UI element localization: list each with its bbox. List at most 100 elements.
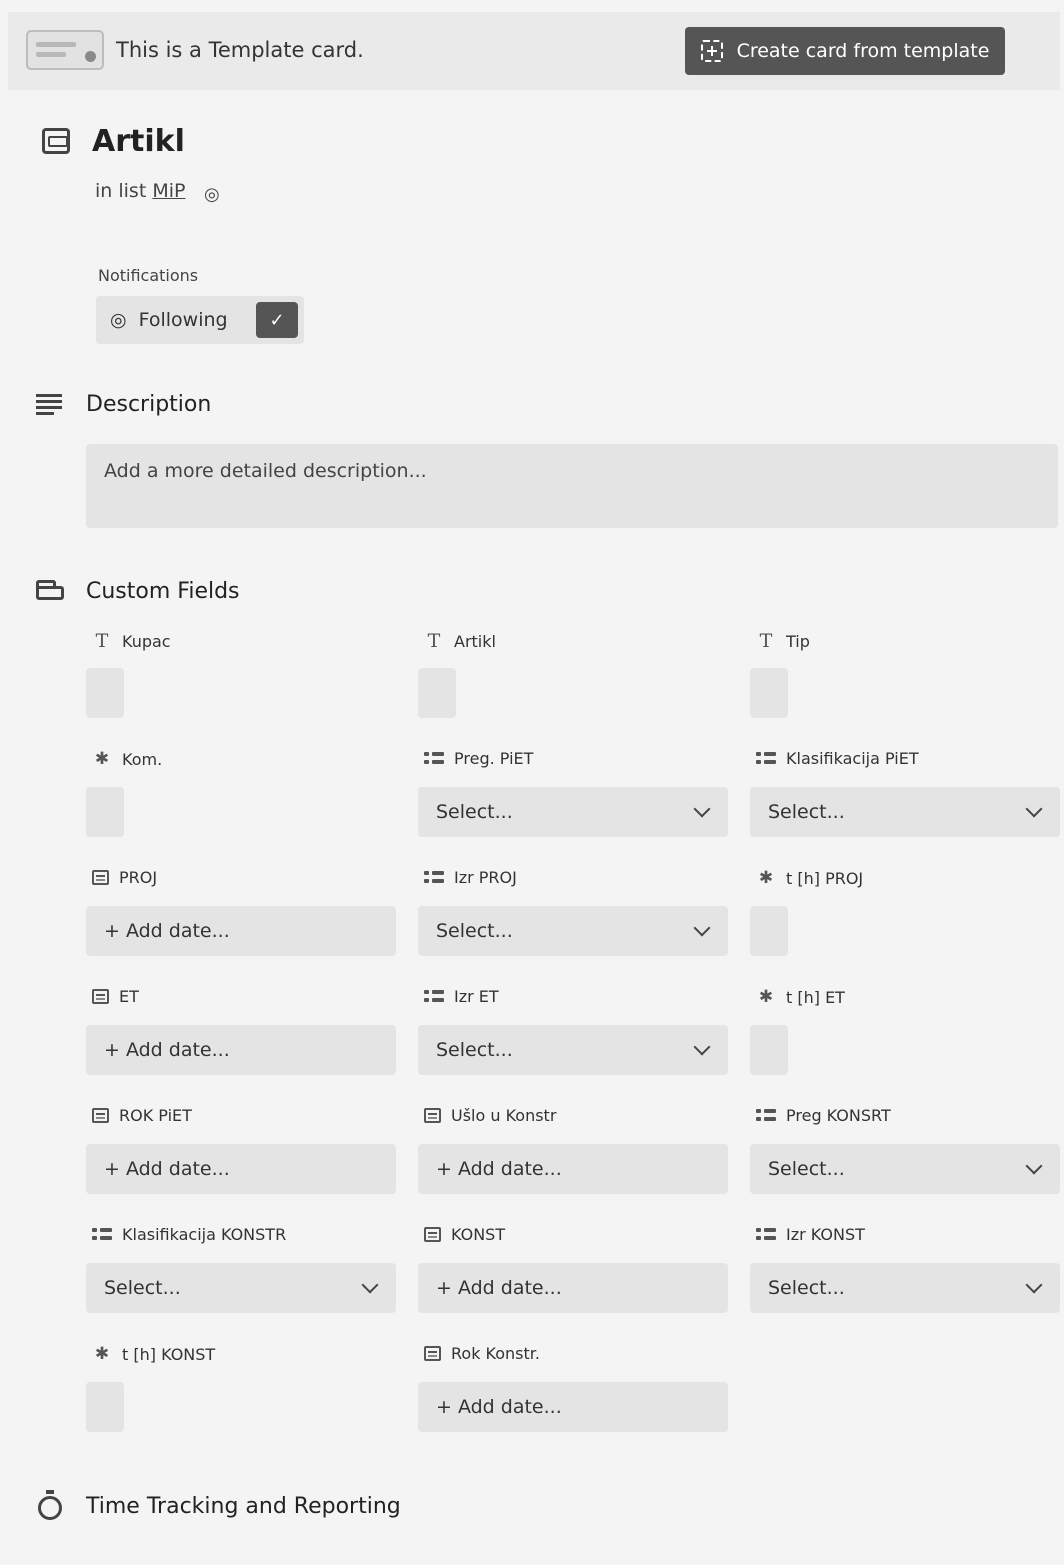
custom-field-label-text: ROK PiET xyxy=(119,1106,192,1125)
add-date-label: + Add date... xyxy=(436,1396,562,1418)
calendar-icon xyxy=(424,1227,441,1242)
custom-field-input[interactable] xyxy=(750,906,788,956)
select-value: Select... xyxy=(436,920,513,942)
custom-field-input[interactable] xyxy=(750,668,788,718)
custom-field-label-text: Kupac xyxy=(122,631,171,651)
dropdown-field-icon xyxy=(92,1227,112,1242)
calendar-icon xyxy=(92,989,109,1004)
custom-field-label: ET xyxy=(92,987,139,1006)
add-date-label: + Add date... xyxy=(104,1039,230,1061)
custom-field-label-text: Klasifikacija KONSTR xyxy=(122,1225,287,1244)
create-card-from-template-button[interactable]: Create card from template xyxy=(685,27,1005,75)
text-field-icon: T xyxy=(427,630,441,652)
create-card-from-template-label: Create card from template xyxy=(736,40,990,62)
eye-icon: ◎ xyxy=(110,309,127,331)
add-date-button[interactable]: + Add date... xyxy=(86,1025,396,1075)
custom-field-label-text: ET xyxy=(119,987,139,1006)
custom-field-label-text: Tip xyxy=(786,631,810,651)
description-lines-icon xyxy=(36,394,66,418)
dropdown-field-icon xyxy=(424,751,444,766)
template-card-icon xyxy=(26,30,104,70)
custom-field-label: KONST xyxy=(424,1225,505,1244)
select-value: Select... xyxy=(768,1277,845,1299)
calendar-icon xyxy=(424,1108,441,1123)
custom-field-input[interactable] xyxy=(418,668,456,718)
custom-field-input[interactable] xyxy=(86,787,124,837)
custom-field-label-text: Izr ET xyxy=(454,987,499,1006)
custom-field-label: Klasifikacija KONSTR xyxy=(92,1225,286,1244)
add-date-label: + Add date... xyxy=(436,1158,562,1180)
add-date-label: + Add date... xyxy=(104,1158,230,1180)
dropdown-field-icon xyxy=(756,1108,776,1123)
description-title: Description xyxy=(86,392,212,417)
chevron-down-icon xyxy=(693,919,711,937)
select-value: Select... xyxy=(436,1039,513,1061)
custom-field-label-text: t [h] KONST xyxy=(122,1344,216,1364)
calendar-icon xyxy=(92,1108,109,1123)
custom-field-label: T Artikl xyxy=(424,630,496,652)
custom-field-label-text: t [h] PROJ xyxy=(786,868,864,888)
custom-field-label: ROK PiET xyxy=(92,1106,192,1125)
custom-field-label-text: Klasifikacija PiET xyxy=(786,749,919,768)
custom-field-label: T Tip xyxy=(756,630,810,652)
custom-field-label-text: PROJ xyxy=(119,868,158,887)
add-date-button[interactable]: + Add date... xyxy=(418,1263,728,1313)
custom-field-select[interactable]: Select... xyxy=(86,1263,396,1313)
add-date-button[interactable]: + Add date... xyxy=(86,906,396,956)
add-date-button[interactable]: + Add date... xyxy=(86,1144,396,1194)
select-value: Select... xyxy=(104,1277,181,1299)
custom-field-label: Ušlo u Konstr xyxy=(424,1106,556,1125)
description-input[interactable]: Add a more detailed description... xyxy=(86,444,1058,528)
calendar-icon xyxy=(424,1346,441,1361)
custom-field-label-text: Ušlo u Konstr xyxy=(451,1106,557,1125)
following-label: Following xyxy=(138,309,228,331)
custom-field-label: ✱ t [h] PROJ xyxy=(756,868,863,888)
in-list-prefix: in list xyxy=(95,180,147,202)
eye-icon: ◎ xyxy=(204,184,220,205)
custom-field-label: Rok Konstr. xyxy=(424,1344,540,1363)
add-date-button[interactable]: + Add date... xyxy=(418,1144,728,1194)
custom-field-label: Klasifikacija PiET xyxy=(756,749,919,768)
custom-field-input[interactable] xyxy=(86,1382,124,1432)
custom-field-label-text: Izr PROJ xyxy=(454,868,517,887)
stopwatch-icon xyxy=(38,1490,62,1520)
custom-field-label-text: Izr KONST xyxy=(786,1225,865,1244)
card-icon xyxy=(42,128,70,154)
text-field-icon: T xyxy=(759,630,773,652)
in-list-text: in list MiP xyxy=(95,180,185,202)
calendar-icon xyxy=(92,870,109,885)
custom-field-select[interactable]: Select... xyxy=(418,906,728,956)
dropdown-field-icon xyxy=(756,1227,776,1242)
dropdown-field-icon xyxy=(424,989,444,1004)
custom-field-select[interactable]: Select... xyxy=(750,787,1060,837)
add-date-button[interactable]: + Add date... xyxy=(418,1382,728,1432)
add-date-label: + Add date... xyxy=(436,1277,562,1299)
card-title[interactable]: Artikl xyxy=(92,124,185,159)
custom-field-label: ✱ t [h] KONST xyxy=(92,1344,215,1364)
custom-field-label-text: KONST xyxy=(451,1225,506,1244)
custom-field-select[interactable]: Select... xyxy=(750,1144,1060,1194)
custom-field-label: Izr ET xyxy=(424,987,499,1006)
custom-field-label-text: Preg KONSRT xyxy=(786,1106,891,1125)
number-field-icon: ✱ xyxy=(94,749,110,769)
custom-field-input[interactable] xyxy=(750,1025,788,1075)
custom-field-label: ✱ t [h] ET xyxy=(756,987,845,1007)
number-field-icon: ✱ xyxy=(758,987,774,1007)
custom-field-label: ✱ Kom. xyxy=(92,749,162,769)
custom-field-select[interactable]: Select... xyxy=(750,1263,1060,1313)
number-field-icon: ✱ xyxy=(758,868,774,888)
custom-field-label-text: Artikl xyxy=(454,631,496,651)
select-value: Select... xyxy=(436,801,513,823)
custom-field-label: T Kupac xyxy=(92,630,171,652)
notifications-label: Notifications xyxy=(98,266,199,285)
custom-field-input[interactable] xyxy=(86,668,124,718)
custom-field-label: PROJ xyxy=(92,868,157,887)
following-button[interactable]: ◎ Following ✓ xyxy=(96,296,304,344)
custom-field-select[interactable]: Select... xyxy=(418,1025,728,1075)
custom-field-select[interactable]: Select... xyxy=(418,787,728,837)
custom-field-label-text: Preg. PiET xyxy=(454,749,534,768)
add-template-icon xyxy=(700,40,723,62)
list-link[interactable]: MiP xyxy=(152,180,185,202)
chevron-down-icon xyxy=(1025,1157,1043,1175)
check-icon: ✓ xyxy=(256,302,298,338)
